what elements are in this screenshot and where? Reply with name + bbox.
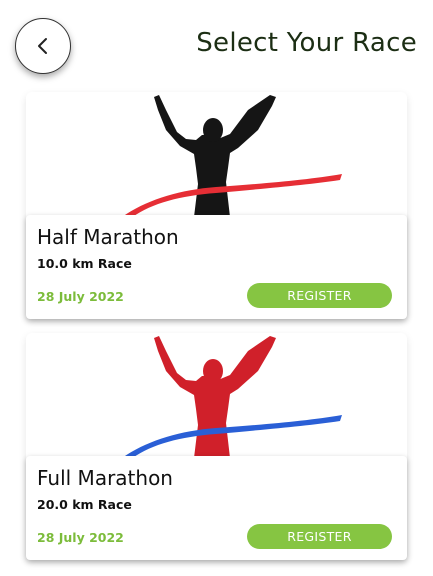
race-info-panel: Half Marathon 10.0 km Race 28 July 2022 … (26, 215, 407, 319)
race-card[interactable]: Full Marathon 20.0 km Race 28 July 2022 … (26, 333, 407, 560)
race-distance: 10.0 km Race (37, 256, 132, 271)
page-title: Select Your Race (196, 28, 417, 58)
race-info-panel: Full Marathon 20.0 km Race 28 July 2022 … (26, 456, 407, 560)
race-name: Full Marathon (37, 466, 173, 490)
runner-finish-line-icon (26, 92, 407, 217)
chevron-left-icon (38, 38, 47, 54)
race-name: Half Marathon (37, 225, 179, 249)
register-button[interactable]: REGISTER (247, 524, 392, 549)
race-date: 28 July 2022 (37, 289, 124, 304)
race-distance: 20.0 km Race (37, 497, 132, 512)
race-card[interactable]: Half Marathon 10.0 km Race 28 July 2022 … (26, 92, 407, 319)
finish-ribbon (122, 415, 342, 458)
runner-finish-line-icon (26, 333, 407, 458)
back-button[interactable] (15, 18, 71, 74)
race-date: 28 July 2022 (37, 530, 124, 545)
finish-ribbon (122, 174, 342, 217)
register-button[interactable]: REGISTER (247, 283, 392, 308)
